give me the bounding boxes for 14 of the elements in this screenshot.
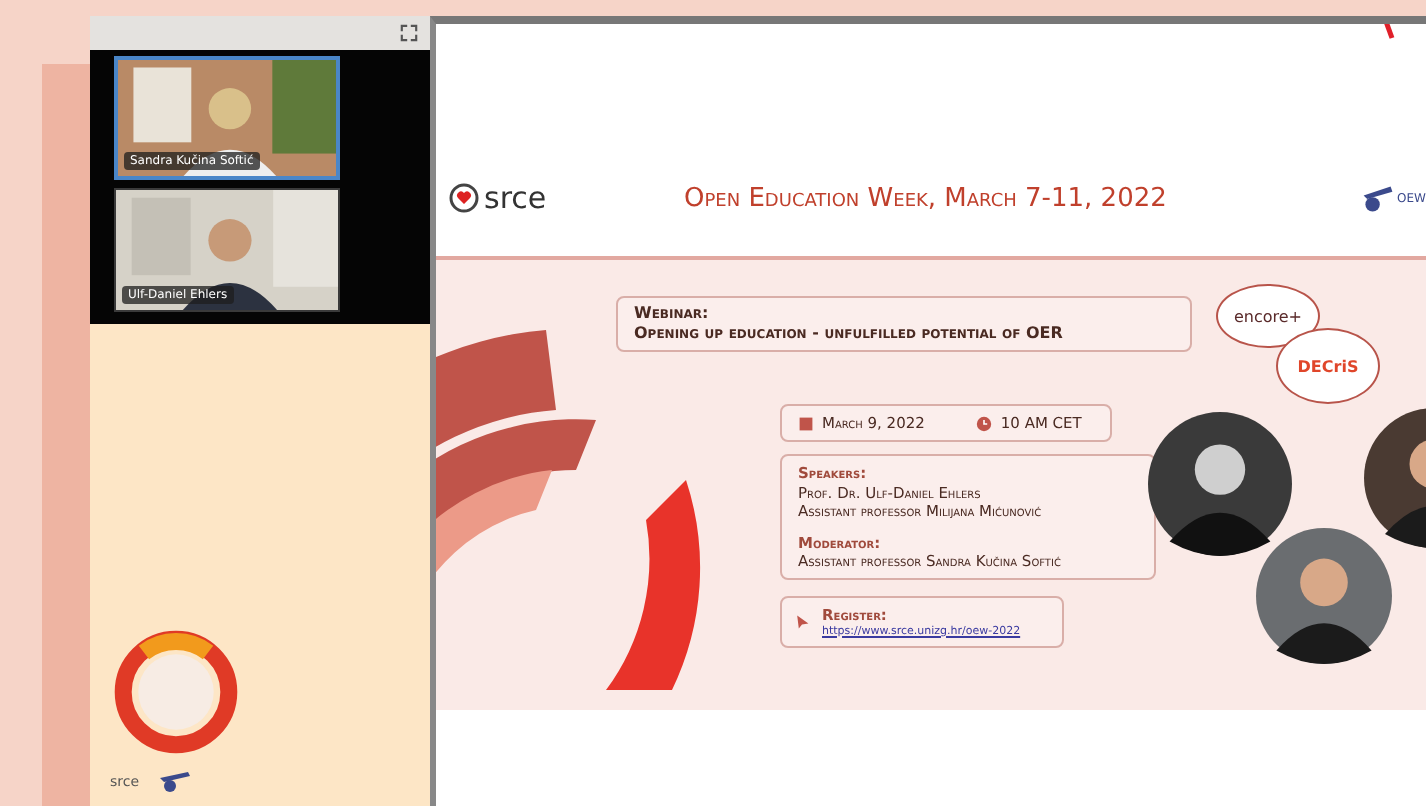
cursor-icon: [794, 613, 810, 630]
oew-logo-icon: [155, 770, 196, 794]
partner-logo: DECriS: [1276, 328, 1380, 404]
oew-logo-icon: [1359, 183, 1396, 213]
heart-logo-icon: [448, 182, 480, 214]
expand-icon[interactable]: [400, 24, 418, 42]
partner-logo: encore+: [1216, 284, 1320, 348]
clock-icon: [976, 415, 993, 432]
webinar-label: Webinar:: [634, 304, 711, 324]
webinar-title: Opening up education - unfulfilled potential of OER: [634, 324, 1065, 344]
event-logo-icon: [110, 626, 242, 758]
brand-name: srce: [484, 180, 547, 216]
slide-title: Open Education Week, March 7-11, 2022: [684, 183, 1169, 213]
calendar-icon: [798, 415, 814, 432]
